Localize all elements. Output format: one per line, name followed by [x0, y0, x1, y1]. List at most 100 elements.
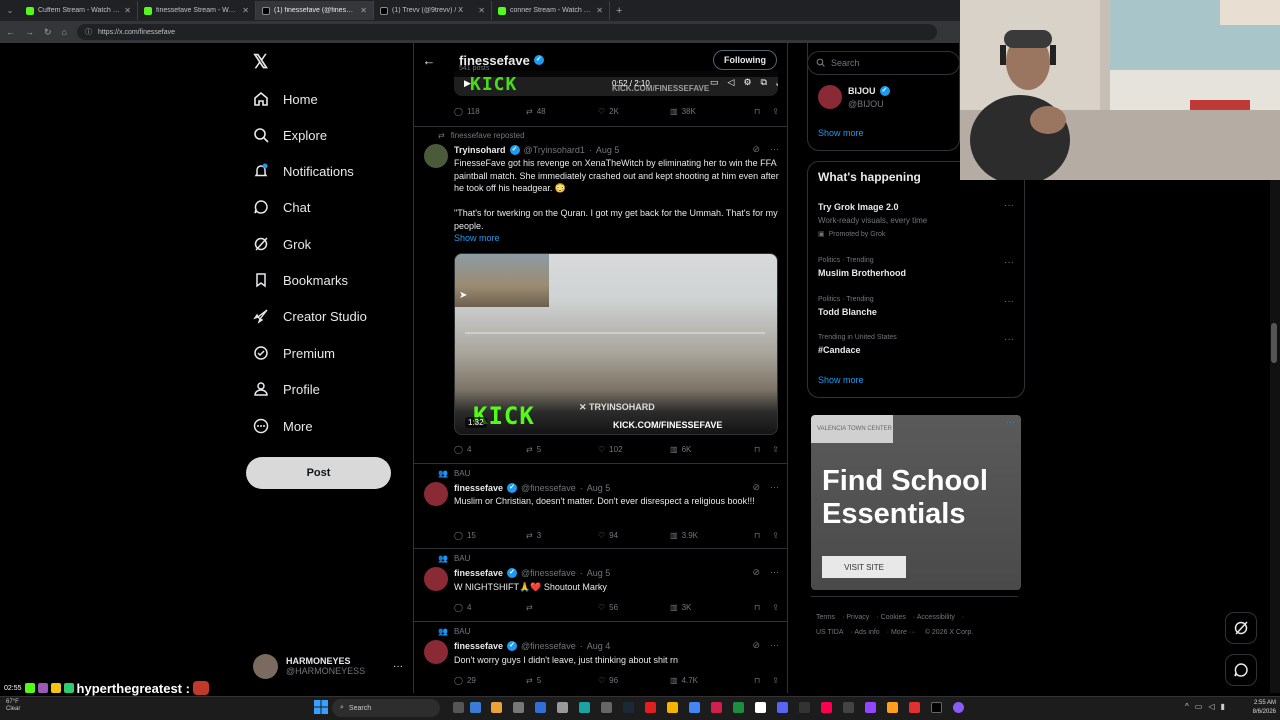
- tweet-video[interactable]: KICK 1:32 ✕ TRYINSOHARD KICK.COM/FINESSE…: [454, 253, 778, 435]
- share-icon[interactable]: ⇪: [772, 676, 779, 685]
- avatar[interactable]: [424, 640, 448, 664]
- tweet-author-handle[interactable]: @finessefave: [521, 568, 576, 578]
- account-switcher[interactable]: HARMONEYES @HARMONEYESS ···: [253, 651, 403, 681]
- like-button[interactable]: ♡ 94: [598, 531, 670, 540]
- close-tab-icon[interactable]: ✕: [478, 6, 485, 15]
- reply-button[interactable]: ◯ 15: [454, 531, 526, 540]
- new-tab-button[interactable]: +: [610, 5, 628, 17]
- tweet-author-name[interactable]: finessefave: [454, 568, 503, 578]
- app-icon[interactable]: [931, 702, 942, 713]
- more-dots-icon[interactable]: ···: [770, 567, 779, 578]
- weather-widget[interactable]: 67°F Clear: [6, 699, 20, 713]
- views-button[interactable]: ▥ 38K: [670, 107, 740, 116]
- tweet-author-name[interactable]: finessefave: [454, 483, 503, 493]
- browser-tab[interactable]: Cuffem Stream - Watch Live o ✕: [20, 1, 138, 20]
- back-arrow-icon[interactable]: ←: [414, 53, 444, 68]
- footer-link[interactable]: Accessibility: [917, 614, 955, 621]
- more-dots-icon[interactable]: ···: [1004, 296, 1014, 307]
- tweet-author-handle[interactable]: @finessefave: [521, 641, 576, 651]
- search-input[interactable]: Search: [807, 51, 960, 75]
- nav-bookmarks[interactable]: Bookmarks: [252, 267, 348, 293]
- app-icon[interactable]: [711, 702, 722, 713]
- more-dots-icon[interactable]: ···: [770, 640, 779, 651]
- tweet-author-handle[interactable]: @finessefave: [521, 483, 576, 493]
- tweet-date[interactable]: Aug 5: [596, 145, 620, 155]
- avatar[interactable]: [424, 482, 448, 506]
- tweet-author-name[interactable]: Tryinsohard: [454, 145, 506, 155]
- scrollbar-thumb[interactable]: [1271, 323, 1277, 363]
- share-icon[interactable]: ⇪: [772, 445, 779, 454]
- repost-button[interactable]: ⇄: [526, 603, 598, 612]
- avatar[interactable]: [818, 85, 842, 109]
- network-icon[interactable]: ▭: [1195, 702, 1203, 711]
- app-icon[interactable]: [909, 702, 920, 713]
- browser-tab[interactable]: (1) Trevv (@9trevv) / X ✕: [374, 1, 492, 20]
- play-icon[interactable]: ▶: [464, 78, 471, 89]
- like-button[interactable]: ♡ 2K: [598, 107, 670, 116]
- tweet-date[interactable]: Aug 4: [587, 641, 611, 651]
- reload-icon[interactable]: ↻: [44, 27, 52, 38]
- browser-tab[interactable]: conner Stream - Watch Live on Ki✕: [492, 1, 610, 20]
- show-more-link[interactable]: Show more: [454, 233, 500, 243]
- page-scrollbar[interactable]: [1270, 180, 1280, 693]
- youtube-icon[interactable]: [645, 702, 656, 713]
- repost-button[interactable]: ⇄ 5: [526, 676, 598, 685]
- suggestion-name[interactable]: BIJOU: [848, 86, 876, 96]
- home-icon[interactable]: ⌂: [62, 27, 67, 37]
- task-view-icon[interactable]: [453, 702, 464, 713]
- tiktok-icon[interactable]: [821, 702, 832, 713]
- discord-icon[interactable]: [777, 702, 788, 713]
- repost-button[interactable]: ⇄ 3: [526, 531, 598, 540]
- grok-icon[interactable]: ⊘: [752, 640, 760, 651]
- twitch-icon[interactable]: [865, 702, 876, 713]
- reply-button[interactable]: ◯ 4: [454, 445, 526, 454]
- avatar[interactable]: [424, 567, 448, 591]
- show-more-link[interactable]: Show more: [818, 375, 864, 385]
- views-button[interactable]: ▥ 3K: [670, 603, 740, 612]
- windows-start-icon[interactable]: [314, 700, 328, 714]
- like-button[interactable]: ♡ 102: [598, 445, 670, 454]
- url-field[interactable]: ⓘ https://x.com/finessefave: [76, 24, 937, 40]
- post-button[interactable]: Post: [246, 457, 391, 489]
- visit-site-button[interactable]: VISIT SITE: [822, 556, 906, 578]
- app-icon[interactable]: [535, 702, 546, 713]
- app-icon[interactable]: [689, 702, 700, 713]
- forward-icon[interactable]: →: [25, 27, 34, 37]
- app-icon[interactable]: [843, 702, 854, 713]
- app-icon[interactable]: [755, 702, 766, 713]
- captions-icon[interactable]: ▭: [710, 77, 719, 88]
- edge-icon[interactable]: [579, 702, 590, 713]
- app-icon[interactable]: [557, 702, 568, 713]
- following-button[interactable]: Following: [713, 50, 777, 70]
- xbox-icon[interactable]: [733, 702, 744, 713]
- show-more-link[interactable]: Show more: [818, 128, 864, 138]
- tweet-author-handle[interactable]: @Tryinsohard1: [524, 145, 585, 155]
- x-logo-icon[interactable]: 𝕏: [253, 51, 273, 73]
- more-dots-icon[interactable]: ···: [1006, 417, 1015, 427]
- browser-tab[interactable]: finessefave Stream - Watch Li ✕: [138, 1, 256, 20]
- repost-button[interactable]: ⇄ 48: [526, 107, 598, 116]
- battery-icon[interactable]: ▮: [1220, 702, 1224, 711]
- tweet-author-name[interactable]: finessefave: [454, 641, 503, 651]
- settings-gear-icon[interactable]: ⚙: [743, 77, 751, 88]
- nav-home[interactable]: Home: [252, 86, 318, 112]
- nav-chat[interactable]: Chat: [252, 194, 310, 220]
- pip-icon[interactable]: ⧉: [761, 77, 767, 88]
- volume-icon[interactable]: ◁: [728, 77, 735, 88]
- nav-notifications[interactable]: Notifications: [252, 158, 354, 184]
- close-tab-icon[interactable]: ✕: [124, 6, 131, 15]
- app-icon[interactable]: [887, 702, 898, 713]
- app-icon[interactable]: [470, 702, 481, 713]
- footer-link[interactable]: More ···: [891, 629, 916, 636]
- more-dots-icon[interactable]: ···: [1004, 200, 1014, 211]
- nav-profile[interactable]: Profile: [252, 376, 320, 402]
- fullscreen-icon[interactable]: ⤢: [776, 77, 778, 88]
- views-button[interactable]: ▥ 4.7K: [670, 676, 740, 685]
- reply-button[interactable]: ◯ 29: [454, 676, 526, 685]
- bookmark-icon[interactable]: ⊓: [754, 603, 760, 612]
- volume-icon[interactable]: ◁: [1208, 702, 1214, 711]
- reply-button[interactable]: ◯ 4: [454, 603, 526, 612]
- reply-button[interactable]: ◯ 118: [454, 107, 526, 116]
- bookmark-icon[interactable]: ⊓: [754, 676, 760, 685]
- app-icon[interactable]: [601, 702, 612, 713]
